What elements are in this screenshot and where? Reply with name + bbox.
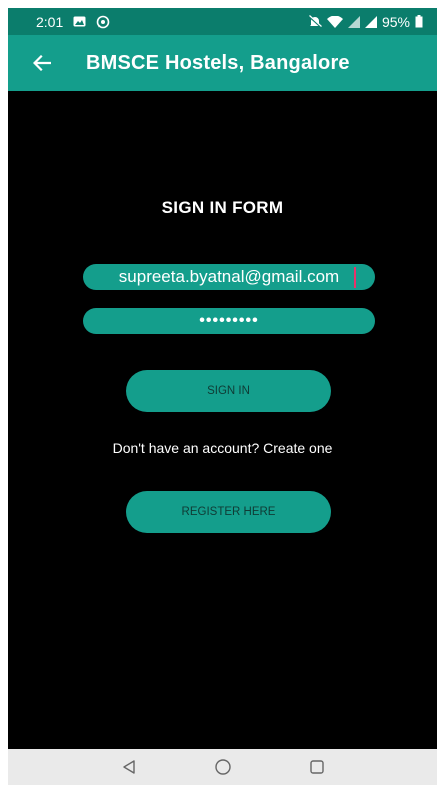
text-cursor	[354, 267, 356, 288]
register-button[interactable]: REGISTER HERE	[126, 491, 331, 533]
battery-icon	[415, 15, 423, 28]
form-title: SIGN IN FORM	[161, 198, 284, 217]
battery-percent: 95%	[381, 13, 410, 30]
email-field[interactable]	[83, 264, 375, 290]
create-account-text: Don't have an account? Create one	[112, 440, 333, 456]
nav-recents-button[interactable]	[306, 756, 328, 778]
password-field[interactable]	[83, 308, 375, 334]
phone-screen: 2:01 95% BMSCE Hostels, Bangalore SIGN I…	[8, 8, 437, 785]
image-icon	[73, 16, 86, 27]
wifi-icon	[326, 15, 343, 28]
nav-back-button[interactable]	[118, 756, 140, 778]
sign-in-screen: SIGN IN FORM SIGN IN Don't have an accou…	[8, 91, 437, 749]
home-circle-icon	[214, 759, 231, 775]
back-button[interactable]	[20, 41, 64, 85]
navigation-bar	[8, 749, 437, 785]
app-title: BMSCE Hostels, Bangalore	[86, 51, 350, 74]
app-bar: BMSCE Hostels, Bangalore	[8, 35, 437, 91]
status-bar: 2:01 95%	[8, 8, 437, 35]
mute-icon	[308, 15, 322, 28]
status-time: 2:01	[36, 13, 64, 30]
arrow-left-icon	[33, 55, 51, 71]
recents-square-icon	[309, 760, 324, 774]
nav-home-button[interactable]	[212, 756, 234, 778]
back-triangle-icon	[122, 760, 135, 774]
signal-icon	[347, 15, 360, 28]
sign-in-button[interactable]: SIGN IN	[126, 370, 331, 412]
signal-icon	[364, 15, 377, 28]
whatsapp-icon	[96, 15, 110, 29]
